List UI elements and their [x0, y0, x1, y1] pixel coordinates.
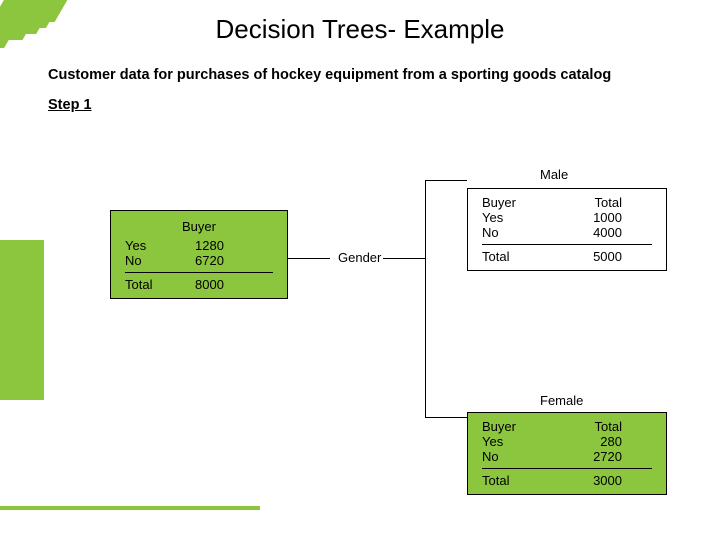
- root-yes-value: 1280: [195, 238, 255, 253]
- root-no-value: 6720: [195, 253, 255, 268]
- female-yes-label: Yes: [482, 434, 562, 449]
- step-label: Step 1: [0, 83, 720, 113]
- female-col-buyer: Buyer: [482, 419, 562, 434]
- connector-line: [425, 180, 426, 418]
- male-total-label: Total: [482, 249, 562, 264]
- root-yes-label: Yes: [125, 238, 195, 253]
- male-col-total: Total: [562, 195, 622, 210]
- male-yes-label: Yes: [482, 210, 562, 225]
- male-yes-value: 1000: [562, 210, 622, 225]
- female-no-value: 2720: [562, 449, 622, 464]
- page-subtitle: Customer data for purchases of hockey eq…: [0, 45, 720, 83]
- male-col-buyer: Buyer: [482, 195, 562, 210]
- connector-line: [425, 180, 467, 181]
- female-node-box: Buyer Total Yes 280 No 2720 Total 3000: [467, 412, 667, 495]
- root-no-label: No: [125, 253, 195, 268]
- female-no-label: No: [482, 449, 562, 464]
- female-total-value: 3000: [562, 473, 622, 488]
- root-total-label: Total: [125, 277, 195, 292]
- root-total-value: 8000: [195, 277, 255, 292]
- left-accent-bar: [0, 240, 44, 400]
- male-branch-label: Male: [540, 167, 568, 182]
- root-header: Buyer: [111, 217, 287, 238]
- connector-line: [425, 417, 467, 418]
- page-title: Decision Trees- Example: [0, 0, 720, 45]
- female-yes-value: 280: [562, 434, 622, 449]
- bottom-accent-line: [0, 506, 260, 510]
- connector-line: [288, 258, 330, 259]
- male-no-label: No: [482, 225, 562, 240]
- female-total-label: Total: [482, 473, 562, 488]
- male-no-value: 4000: [562, 225, 622, 240]
- split-variable-label: Gender: [338, 250, 381, 265]
- root-node-box: Buyer Yes 1280 No 6720 Total 8000: [110, 210, 288, 299]
- male-node-box: Buyer Total Yes 1000 No 4000 Total 5000: [467, 188, 667, 271]
- female-branch-label: Female: [540, 393, 583, 408]
- male-total-value: 5000: [562, 249, 622, 264]
- female-col-total: Total: [562, 419, 622, 434]
- connector-line: [383, 258, 425, 259]
- divider: [482, 468, 652, 469]
- divider: [125, 272, 273, 273]
- divider: [482, 244, 652, 245]
